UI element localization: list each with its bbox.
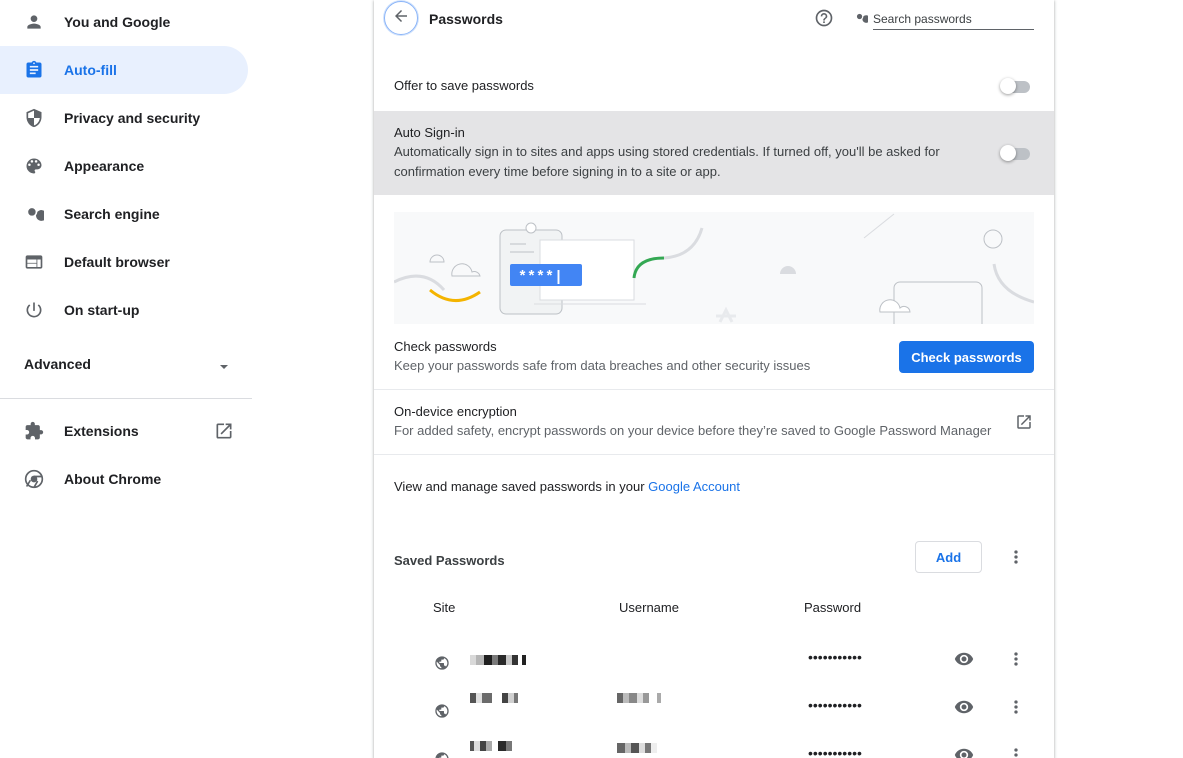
site-value-redacted [470, 653, 526, 667]
assignment-icon [24, 60, 44, 80]
offer-to-save-label: Offer to save passwords [394, 78, 534, 93]
sidebar-item-label: On start-up [64, 302, 140, 318]
more-vert-icon[interactable] [1006, 547, 1026, 567]
auto-signin-toggle[interactable] [1000, 145, 1030, 161]
row-separator [374, 454, 1054, 455]
auto-signin-description-line2: confirmation every time before signing i… [394, 164, 721, 179]
more-vert-icon[interactable] [1006, 697, 1026, 717]
add-password-button[interactable]: Add [915, 541, 982, 573]
chrome-logo-icon [24, 469, 44, 489]
search-passwords-input[interactable] [873, 8, 1034, 30]
globe-icon [434, 703, 450, 719]
more-vert-icon[interactable] [1006, 649, 1026, 669]
auto-signin-label: Auto Sign-in [394, 125, 465, 140]
illustration-mask-text: ****| [518, 269, 563, 286]
sidebar-item-label: About Chrome [64, 471, 162, 487]
sidebar-item-label: Default browser [64, 254, 170, 270]
sidebar-item-about-chrome[interactable]: About Chrome [0, 455, 248, 503]
puzzle-icon [24, 421, 44, 441]
settings-sidebar: You and Google Auto-fill Privacy and sec… [0, 0, 252, 758]
row-separator [374, 389, 1054, 390]
sidebar-item-label: Appearance [64, 158, 145, 174]
sidebar-item-label: You and Google [64, 14, 171, 30]
sidebar-item-label: Extensions [64, 423, 139, 439]
person-icon [24, 12, 44, 32]
check-passwords-description: Keep your passwords safe from data breac… [394, 358, 811, 373]
manage-passwords-text: View and manage saved passwords in your … [394, 479, 740, 494]
manage-passwords-prefix: View and manage saved passwords in your [394, 479, 645, 494]
password-row: ••••••••••• [374, 739, 1054, 758]
show-password-eye-icon[interactable] [954, 649, 974, 669]
shield-icon [24, 108, 44, 128]
username-value-redacted [617, 741, 657, 755]
on-device-encryption-description: For added safety, encrypt passwords on y… [394, 423, 992, 438]
column-header-site: Site [433, 600, 456, 615]
palette-icon [24, 156, 44, 176]
column-header-password: Password [804, 600, 862, 615]
show-password-eye-icon[interactable] [954, 697, 974, 717]
advanced-label: Advanced [24, 356, 91, 372]
password-masked: ••••••••••• [808, 649, 862, 665]
check-passwords-button[interactable]: Check passwords [899, 341, 1034, 373]
show-password-eye-icon[interactable] [954, 745, 974, 758]
offer-to-save-toggle[interactable] [1000, 78, 1030, 94]
check-passwords-label: Check passwords [394, 339, 497, 354]
page-title: Passwords [429, 11, 503, 27]
sidebar-item-extensions[interactable]: Extensions [0, 407, 248, 455]
toggle-knob [1000, 78, 1016, 94]
saved-passwords-title: Saved Passwords [394, 553, 505, 568]
sidebar-item-you-and-google[interactable]: You and Google [0, 0, 248, 46]
passwords-card: Passwords Offer to save passwords Auto S… [374, 0, 1054, 758]
globe-icon [434, 655, 450, 671]
arrow-back-icon [392, 7, 410, 30]
sidebar-item-appearance[interactable]: Appearance [0, 142, 248, 190]
sidebar-item-label: Privacy and security [64, 110, 201, 126]
username-value-redacted [617, 691, 661, 705]
more-vert-icon[interactable] [1006, 745, 1026, 758]
open-in-new-icon[interactable] [214, 421, 234, 441]
sidebar-item-on-startup[interactable]: On start-up [0, 286, 248, 334]
password-row: ••••••••••• [374, 643, 1054, 691]
sidebar-item-label: Search engine [64, 206, 160, 222]
password-masked: ••••••••••• [808, 745, 862, 758]
check-passwords-illustration: ****| [394, 212, 1034, 324]
on-device-encryption-label: On-device encryption [394, 404, 517, 419]
google-account-link[interactable]: Google Account [648, 479, 740, 494]
globe-icon [434, 751, 450, 758]
site-value-redacted [470, 739, 512, 753]
search-box [854, 8, 1034, 32]
site-value-redacted [470, 691, 518, 705]
caret-down-icon [218, 360, 230, 376]
sidebar-item-default-browser[interactable]: Default browser [0, 238, 248, 286]
sidebar-advanced-toggle[interactable]: Advanced [24, 356, 234, 378]
power-icon [24, 300, 44, 320]
search-icon [24, 204, 44, 224]
password-row: ••••••••••• [374, 691, 1054, 739]
password-masked: ••••••••••• [808, 697, 862, 713]
back-button[interactable] [384, 1, 418, 35]
sidebar-item-autofill[interactable]: Auto-fill [0, 46, 248, 94]
sidebar-divider [0, 398, 252, 399]
open-in-new-icon[interactable] [1014, 412, 1034, 432]
sidebar-item-search-engine[interactable]: Search engine [0, 190, 248, 238]
help-icon[interactable] [814, 8, 834, 28]
column-header-username: Username [619, 600, 679, 615]
sidebar-item-privacy[interactable]: Privacy and security [0, 94, 248, 142]
sidebar-item-label: Auto-fill [64, 62, 117, 78]
browser-window-icon [24, 252, 44, 272]
auto-signin-description-line1: Automatically sign in to sites and apps … [394, 144, 940, 159]
search-icon [854, 11, 870, 25]
toggle-knob [1000, 145, 1016, 161]
